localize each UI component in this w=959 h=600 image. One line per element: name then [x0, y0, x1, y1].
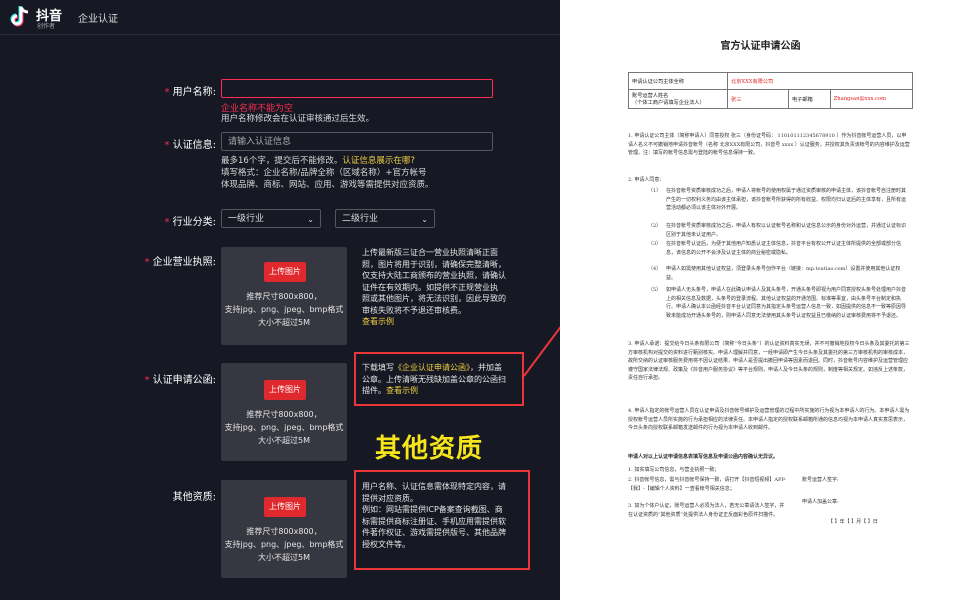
doc-item-5: 如申请人无头条号，申请人在此确认申请人及其头条号，开通头条号即视为用户同意授权头… [666, 287, 907, 319]
license-label: * 企业营业执照: [144, 257, 216, 268]
username-label: * 用户名称: [164, 87, 216, 98]
letter-example-link[interactable]: 查看示例 [386, 386, 418, 395]
application-letter-document: 官方认证申请公函 申请认证公司主体全称 北京XXX有限公司 账号运营人姓名 （个体… [562, 0, 959, 600]
doc-item-num-3: （3） [648, 241, 662, 247]
doc-title: 官方认证申请公函 [720, 41, 801, 52]
doc-info-table: 申请认证公司主体全称 北京XXX有限公司 账号运营人姓名 （个体工商户请填写企业法… [628, 72, 914, 109]
doc-item-num-1: （1） [648, 188, 662, 194]
application-form-panel: 抖音 创作者 企业认证 * 用户名称: 企业名称不能为空 用户名称修改会在认证审… [0, 0, 630, 600]
doc-para-2: 2. 申请人同意： [628, 177, 665, 183]
other-upload-box[interactable]: 上传图片 推荐尺寸800x800， 支持jpg、png、jpeg、bmp格式 大… [221, 480, 347, 578]
doc-company-label: 申请认证公司主体全称 [628, 72, 728, 90]
upload-spec-2: 支持jpg、png、jpeg、bmp格式 [224, 305, 344, 314]
doc-note-2: 2. 抖音帐号信息，需与抖音帐号保持一致，请打开【抖音短视频】APP-【我】-【… [628, 477, 787, 492]
license-description: 上传最新版三证合一营业执照清晰正面 照，图片将用于识别，请确保完整清晰， 仅支持… [362, 248, 506, 328]
license-upload-button[interactable]: 上传图片 [264, 262, 306, 282]
top-bar: 抖音 创作者 企业认证 [0, 0, 560, 35]
verify-hint-2: 填写格式：企业名称/品牌全称（区域名称）+官方帐号 [221, 168, 427, 178]
doc-confirm-text: 申请人对以上认证申请信息表填写信息及申请公函内容确认无异议。 [628, 454, 779, 460]
letter-description: 下载填写《企业认证申请公函》，并加盖 公章。上传清晰无残缺加盖公章的公函扫 描件… [362, 363, 506, 395]
industry-label: * 行业分类: [164, 217, 216, 228]
upload-spec-3: 大小不超过5M [258, 318, 310, 327]
letter-label: * 认证申请公函: [144, 375, 216, 386]
verify-display-link[interactable]: 认证信息展示在哪? [342, 156, 415, 166]
upload-spec-1: 推荐尺寸800x800， [246, 527, 322, 536]
letter-upload-box[interactable]: 上传图片 推荐尺寸800x800， 支持jpg、png、jpeg、bmp格式 大… [221, 363, 347, 461]
license-example-link[interactable]: 查看示例 [362, 316, 506, 328]
other-label: 其他资质: [172, 492, 216, 503]
verify-info-label: * 认证信息: [164, 140, 216, 151]
doc-email-value: Zhangsan@xxx.com [829, 89, 914, 109]
chevron-down-icon: ⌄ [307, 215, 314, 224]
doc-note-3: 3. 如为个体户认证，账号运营人必须为法人，若无公章请法人签字，并在认证资质的“… [628, 503, 785, 518]
doc-sign-seal: 申请人加盖公章: [802, 499, 839, 505]
doc-operator-value: 张三 [727, 89, 789, 109]
verify-hint-1: 最多16个字，提交后不能修改。认证信息展示在哪? [221, 156, 415, 166]
industry-level2-select[interactable]: 二级行业 ⌄ [335, 209, 435, 228]
doc-sign-operator: 账号运营人签字: [802, 477, 839, 483]
upload-spec-1: 推荐尺寸800x800， [246, 292, 322, 301]
doc-item-2: 在抖音帐号资质审核成功之后，申请人有权以认证帐号名称和认证信息公示的身份对外运营… [666, 223, 907, 238]
doc-note-1: 1. 如实填写公司信息，与营业执照一致； [628, 467, 720, 473]
upload-spec-3: 大小不超过5M [258, 436, 310, 445]
upload-spec-2: 支持jpg、png、jpeg、bmp格式 [224, 423, 344, 432]
doc-item-3: 在抖音帐号认证后，为便于其他用户知悉认证主体信息，抖音平台有权公开认证主体所提供… [666, 241, 902, 256]
upload-spec-2: 支持jpg、png、jpeg、bmp格式 [224, 540, 344, 549]
doc-item-num-5: （5） [648, 287, 662, 293]
verify-info-input[interactable]: 请输入认证信息 [221, 132, 493, 151]
brand-subtitle: 创作者 [37, 23, 56, 30]
verify-hint-3: 体现品牌、商标、网站、应用、游戏等需提供对应资质。 [221, 180, 434, 190]
doc-item-num-4: （4） [648, 266, 662, 272]
doc-date: 【 】年【 】月【 】日 [828, 519, 878, 525]
doc-item-num-2: （2） [648, 223, 662, 229]
upload-spec-3: 大小不超过5M [258, 553, 310, 562]
page-title: 企业认证 [78, 14, 118, 25]
doc-email-label: 电子邮箱 [787, 89, 831, 109]
username-input[interactable] [221, 79, 493, 98]
username-hint: 用户名称修改会在认证审核通过后生效。 [221, 114, 375, 124]
doc-operator-label: 账号运营人姓名 （个体工商户请填写企业法人） [628, 89, 728, 109]
doc-para-3: 3. 申请人承诺：提交给今日头条有限公司（简称“今日头条”）的认证资料真实无误，… [628, 341, 910, 382]
chevron-down-icon: ⌄ [421, 215, 428, 224]
doc-para-4: 4. 申请人指定的帐号运营人员在认证申请及抖音帐号维护及运营管理的过程中所实施的… [628, 408, 910, 432]
letter-upload-button[interactable]: 上传图片 [264, 380, 306, 400]
license-upload-box[interactable]: 上传图片 推荐尺寸800x800， 支持jpg、png、jpeg、bmp格式 大… [221, 247, 347, 345]
annotation-other-qualifications: 其他资质 [375, 434, 484, 464]
industry-level1-select[interactable]: 一级行业 ⌄ [221, 209, 321, 228]
doc-item-1: 在抖音帐号资质审核成功之后，申请人将帐号的使用权属于通过资质审核的申请主体，该抖… [666, 188, 907, 212]
letter-download-link[interactable]: 《企业认证申请公函》 [394, 363, 470, 372]
doc-company-value: 北京XXX有限公司 [727, 72, 913, 90]
doc-item-4: 申请人如需使用其他认证权益，须登录头条号创作平台（链接：mp.toutiao.c… [666, 266, 901, 281]
upload-spec-1: 推荐尺寸800x800， [246, 410, 322, 419]
douyin-logo-icon [10, 6, 29, 27]
other-upload-button[interactable]: 上传图片 [264, 497, 306, 517]
doc-para-1: 1. 申请认证公司主体（简称申请人）同意授权 张三（身份证号码： 1101011… [628, 133, 910, 157]
other-description: 用户名称、认证信息需体现特定内容，请 提供对应资质。 例如：网站需提供ICP备案… [362, 482, 506, 549]
